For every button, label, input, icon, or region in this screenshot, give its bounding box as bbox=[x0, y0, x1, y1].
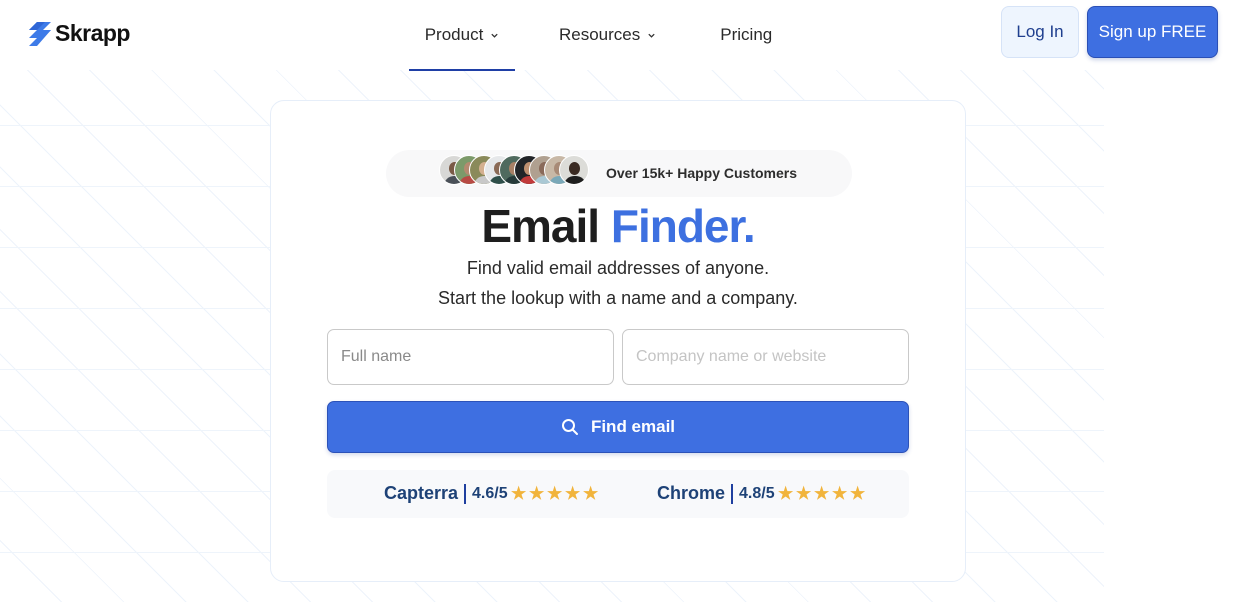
subtitle-line-1: Find valid email addresses of anyone. bbox=[466, 258, 770, 278]
rating-score: 4.6/5 bbox=[472, 484, 508, 502]
star-icon: ★ bbox=[547, 484, 563, 503]
star-icon: ★ bbox=[529, 484, 545, 503]
brand-name: Skrapp bbox=[55, 20, 130, 46]
site-header: Skrapp Product Resources Pricing Log In … bbox=[0, 0, 1250, 71]
nav-item-label: Resources bbox=[559, 25, 641, 44]
rating-divider bbox=[464, 483, 467, 504]
full-name-input[interactable] bbox=[327, 329, 614, 385]
star-icon: ★ bbox=[849, 484, 866, 503]
subtitle-line-2: Start the lookup with a name and a compa… bbox=[438, 288, 798, 308]
star-icon: ★ bbox=[831, 484, 848, 503]
title-main: Email bbox=[481, 200, 600, 252]
page-title: Email Finder. bbox=[271, 199, 965, 253]
nav-item-resources[interactable]: Resources bbox=[559, 0, 656, 70]
rating-source: Capterra bbox=[384, 483, 459, 503]
rating-source: Chrome bbox=[657, 483, 726, 503]
chevron-down-icon bbox=[491, 33, 498, 38]
rating-score: 4.8/5 bbox=[739, 484, 775, 502]
nav-item-label: Pricing bbox=[720, 25, 773, 44]
signup-button[interactable]: Sign up FREE bbox=[1087, 6, 1218, 58]
title-accent: Finder. bbox=[610, 200, 756, 252]
skrapp-logo-icon bbox=[29, 21, 51, 46]
ratings-bar: Capterra 4.6/5 ★ ★ ★ ★ ★ Chrome 4.8/5 ★ … bbox=[327, 470, 909, 518]
search-icon bbox=[561, 419, 578, 435]
nav-item-label: Product bbox=[424, 25, 484, 44]
main-nav: Product Resources Pricing bbox=[409, 0, 772, 71]
star-icon: ★ bbox=[565, 484, 581, 503]
rating-capterra[interactable]: Capterra 4.6/5 ★ ★ ★ ★ ★ bbox=[384, 483, 600, 504]
find-email-label: Find email bbox=[590, 417, 676, 436]
customers-count-text: Over 15k+ Happy Customers bbox=[606, 165, 798, 181]
company-input[interactable] bbox=[622, 329, 909, 385]
star-icon: ★ bbox=[813, 484, 830, 503]
rating-stars: ★ ★ ★ ★ ★ bbox=[510, 485, 600, 502]
chevron-down-icon bbox=[648, 33, 655, 38]
star-icon: ★ bbox=[583, 484, 599, 503]
nav-item-pricing[interactable]: Pricing bbox=[720, 0, 772, 70]
customers-badge: Over 15k+ Happy Customers bbox=[386, 150, 852, 197]
star-icon: ★ bbox=[777, 484, 794, 503]
brand-logo[interactable]: Skrapp bbox=[29, 20, 130, 47]
login-button[interactable]: Log In bbox=[1001, 6, 1079, 58]
find-email-button[interactable]: Find email bbox=[327, 401, 909, 453]
rating-divider bbox=[731, 483, 734, 504]
rating-chrome[interactable]: Chrome 4.8/5 ★ ★ ★ ★ ★ bbox=[657, 483, 867, 504]
star-icon: ★ bbox=[795, 484, 812, 503]
avatar bbox=[559, 155, 589, 185]
customer-avatars bbox=[439, 155, 589, 187]
rating-stars: ★ ★ ★ ★ ★ bbox=[777, 485, 867, 502]
star-icon: ★ bbox=[511, 484, 527, 503]
nav-item-product[interactable]: Product bbox=[409, 0, 515, 71]
email-finder-card: Over 15k+ Happy Customers Email Finder. … bbox=[270, 100, 966, 582]
